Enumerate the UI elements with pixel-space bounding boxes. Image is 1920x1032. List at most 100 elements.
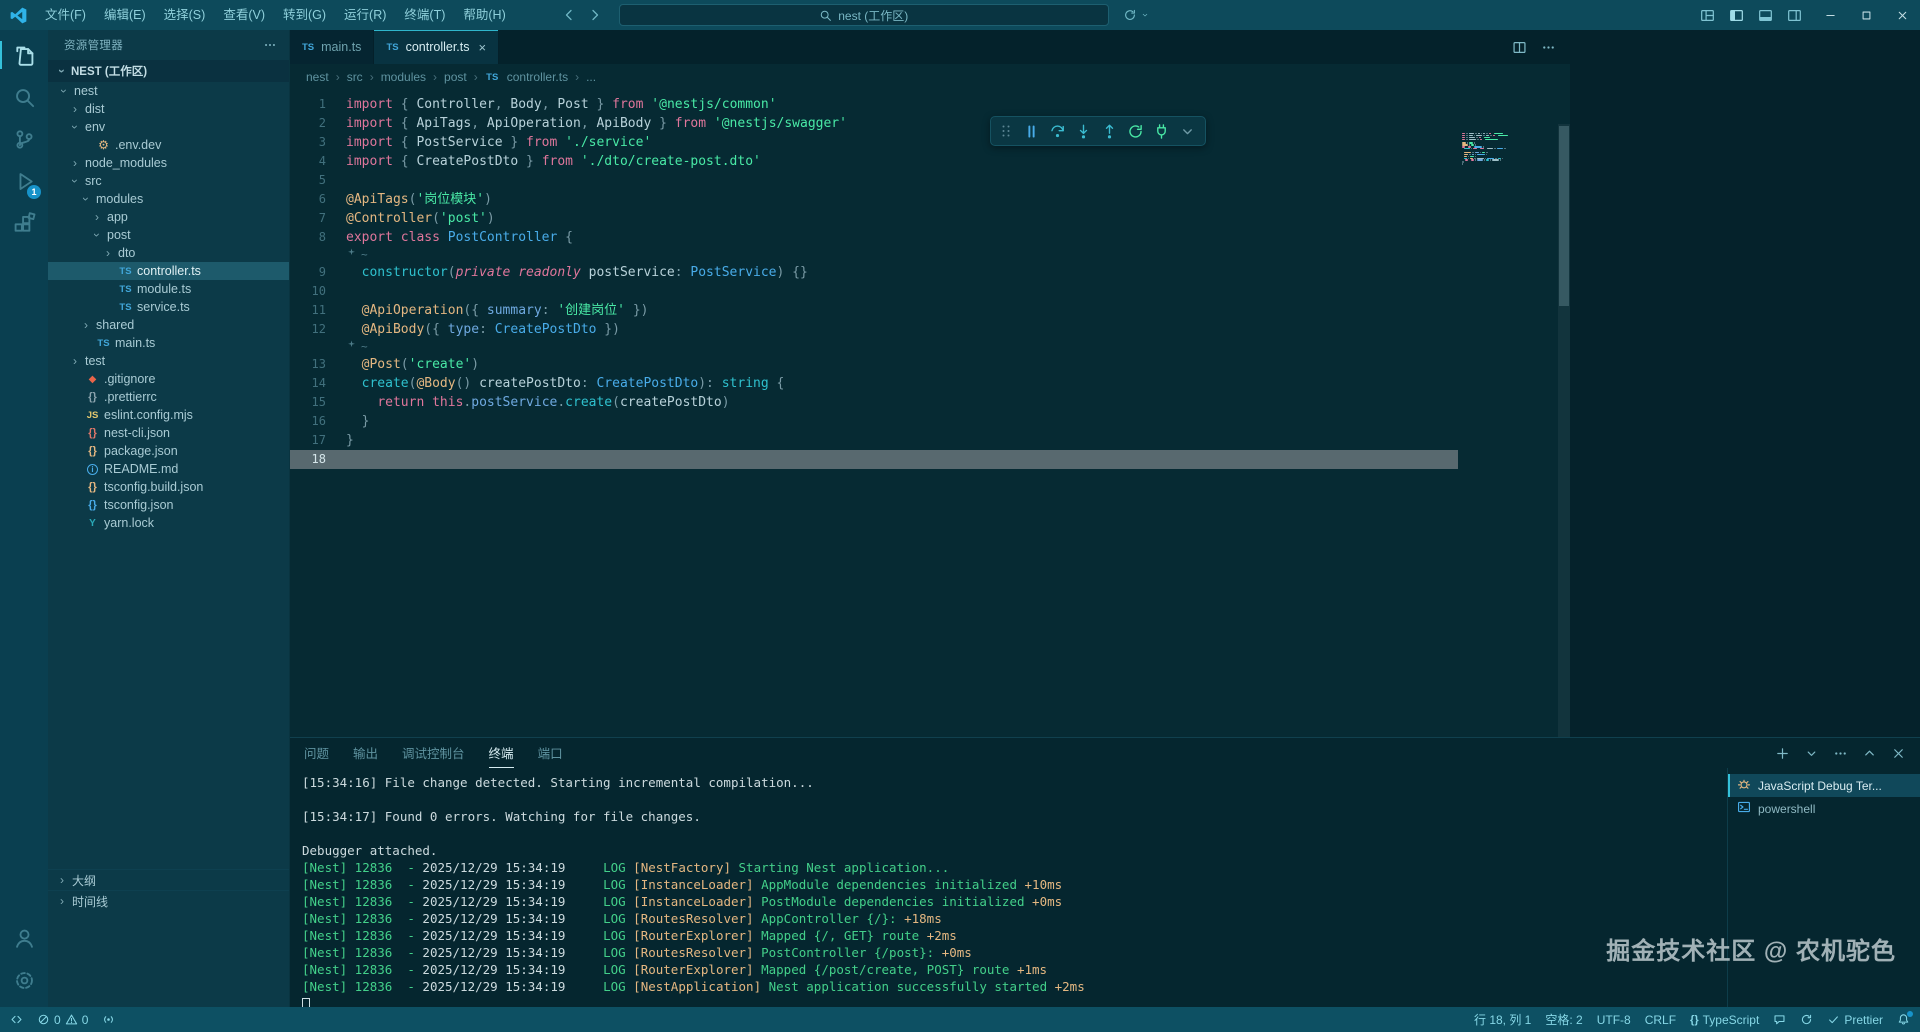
tree-item-service.ts[interactable]: ›TSservice.ts bbox=[48, 298, 289, 316]
editor-scrollbar[interactable] bbox=[1558, 124, 1570, 737]
pane-时间线[interactable]: ›时间线 bbox=[48, 890, 289, 911]
tree-item-.prettierrc[interactable]: ›{}.prettierrc bbox=[48, 388, 289, 406]
activity-extensions[interactable] bbox=[0, 202, 48, 244]
activity-settings[interactable] bbox=[0, 959, 48, 1001]
breadcrumb-item-post[interactable]: post bbox=[444, 70, 467, 84]
toggle-panel-icon[interactable] bbox=[1758, 8, 1773, 23]
explorer-more-actions[interactable] bbox=[263, 38, 277, 52]
maximize-panel-button[interactable] bbox=[1862, 746, 1877, 761]
minimap[interactable] bbox=[1462, 133, 1520, 167]
cursor-position[interactable]: 行 18, 列 1 bbox=[1474, 1011, 1531, 1028]
menu-item-编辑(E)[interactable]: 编辑(E) bbox=[95, 0, 155, 30]
debug-toolbar-drag-handle[interactable] bbox=[998, 123, 1014, 139]
maximize-button[interactable] bbox=[1848, 0, 1884, 30]
tree-item-src[interactable]: ›src bbox=[48, 172, 289, 190]
panel-tab-终端[interactable]: 终端 bbox=[489, 738, 514, 768]
tree-item-modules[interactable]: ›modules bbox=[48, 190, 289, 208]
menu-item-转到(G)[interactable]: 转到(G) bbox=[274, 0, 335, 30]
close-panel-button[interactable] bbox=[1891, 746, 1906, 761]
restart-button[interactable] bbox=[1124, 120, 1146, 142]
tab-main.ts[interactable]: TSmain.ts bbox=[290, 30, 374, 64]
menu-item-帮助(H)[interactable]: 帮助(H) bbox=[454, 0, 514, 30]
terminal-instance-powershell[interactable]: powershell bbox=[1728, 797, 1920, 820]
encoding-indicator[interactable]: UTF-8 bbox=[1597, 1013, 1631, 1027]
notifications-bell-icon[interactable] bbox=[1897, 1013, 1910, 1026]
nav-forward-icon[interactable] bbox=[587, 7, 603, 23]
step-into-button[interactable] bbox=[1072, 120, 1094, 142]
sync-status-icon[interactable] bbox=[1800, 1013, 1813, 1026]
tree-item-test[interactable]: ›test bbox=[48, 352, 289, 370]
terminal-dropdown[interactable] bbox=[1804, 746, 1819, 761]
tree-item-nest-cli.json[interactable]: ›{}nest-cli.json bbox=[48, 424, 289, 442]
tree-item-README.md[interactable]: ›iREADME.md bbox=[48, 460, 289, 478]
tree-item-post[interactable]: ›post bbox=[48, 226, 289, 244]
tree-item-dto[interactable]: ›dto bbox=[48, 244, 289, 262]
tree-item-env[interactable]: ›env bbox=[48, 118, 289, 136]
tree-item-tsconfig.json[interactable]: ›{}tsconfig.json bbox=[48, 496, 289, 514]
panel-more-actions[interactable] bbox=[1833, 746, 1848, 761]
breadcrumb-file[interactable]: controller.ts bbox=[507, 70, 568, 84]
activity-account[interactable] bbox=[0, 917, 48, 959]
breadcrumb-item-modules[interactable]: modules bbox=[381, 70, 426, 84]
menu-item-选择(S)[interactable]: 选择(S) bbox=[155, 0, 215, 30]
tree-item-shared[interactable]: ›shared bbox=[48, 316, 289, 334]
tree-item-main.ts[interactable]: ›TSmain.ts bbox=[48, 334, 289, 352]
breadcrumb-item-src[interactable]: src bbox=[347, 70, 363, 84]
activity-run-debug[interactable]: 1 bbox=[0, 160, 48, 202]
tree-item-nest[interactable]: ›nest bbox=[48, 82, 289, 100]
toggle-secondary-sidebar-icon[interactable] bbox=[1787, 8, 1802, 23]
indentation-indicator[interactable]: 空格: 2 bbox=[1545, 1011, 1582, 1028]
activity-source-control[interactable] bbox=[0, 118, 48, 160]
panel-tab-问题[interactable]: 问题 bbox=[304, 738, 329, 768]
pause-button[interactable] bbox=[1020, 120, 1042, 142]
tree-item-node_modules[interactable]: ›node_modules bbox=[48, 154, 289, 172]
activity-search[interactable] bbox=[0, 76, 48, 118]
panel-tab-调试控制台[interactable]: 调试控制台 bbox=[402, 738, 465, 768]
sync-button[interactable] bbox=[1123, 8, 1152, 22]
tree-item-eslint.config.mjs[interactable]: ›JSeslint.config.mjs bbox=[48, 406, 289, 424]
menu-item-终端(T)[interactable]: 终端(T) bbox=[395, 0, 454, 30]
tree-item-dist[interactable]: ›dist bbox=[48, 100, 289, 118]
tree-item-.gitignore[interactable]: ›◆.gitignore bbox=[48, 370, 289, 388]
tree-item-package.json[interactable]: ›{}package.json bbox=[48, 442, 289, 460]
feedback-icon[interactable] bbox=[1773, 1013, 1786, 1026]
split-editor-button[interactable] bbox=[1512, 40, 1527, 55]
menu-item-文件(F)[interactable]: 文件(F) bbox=[36, 0, 95, 30]
sparkle-icon[interactable] bbox=[346, 247, 357, 263]
close-window-button[interactable] bbox=[1884, 0, 1920, 30]
command-center[interactable]: nest (工作区) bbox=[619, 4, 1109, 26]
nav-back-icon[interactable] bbox=[561, 7, 577, 23]
terminal-output[interactable]: [15:34:16] File change detected. Startin… bbox=[290, 768, 1727, 1007]
tree-item-tsconfig.build.json[interactable]: ›{}tsconfig.build.json bbox=[48, 478, 289, 496]
tree-item-.env.dev[interactable]: ›⚙.env.dev bbox=[48, 136, 289, 154]
new-terminal-button[interactable] bbox=[1775, 746, 1790, 761]
menu-item-运行(R)[interactable]: 运行(R) bbox=[335, 0, 395, 30]
debug-session-indicator[interactable] bbox=[102, 1013, 115, 1026]
debug-toolbar-dropdown[interactable] bbox=[1176, 120, 1198, 142]
remote-indicator[interactable] bbox=[10, 1013, 23, 1026]
scrollbar-thumb[interactable] bbox=[1559, 126, 1569, 306]
breadcrumb[interactable]: nest›src›modules›post›TScontroller.ts›..… bbox=[290, 64, 1570, 90]
step-out-button[interactable] bbox=[1098, 120, 1120, 142]
close-tab-icon[interactable]: × bbox=[479, 41, 487, 54]
breadcrumb-item-nest[interactable]: nest bbox=[306, 70, 329, 84]
disconnect-button[interactable] bbox=[1150, 120, 1172, 142]
sparkle-icon[interactable] bbox=[346, 339, 357, 355]
prettier-indicator[interactable]: Prettier bbox=[1827, 1013, 1883, 1027]
editor-more-actions[interactable] bbox=[1541, 40, 1556, 55]
menu-item-查看(V)[interactable]: 查看(V) bbox=[214, 0, 274, 30]
panel-tab-输出[interactable]: 输出 bbox=[353, 738, 378, 768]
tree-item-app[interactable]: ›app bbox=[48, 208, 289, 226]
tree-item-controller.ts[interactable]: ›TScontroller.ts bbox=[48, 262, 289, 280]
minimize-button[interactable] bbox=[1812, 0, 1848, 30]
tab-controller.ts[interactable]: TScontroller.ts× bbox=[374, 30, 499, 64]
tree-item-module.ts[interactable]: ›TSmodule.ts bbox=[48, 280, 289, 298]
code-editor[interactable]: 1import { Controller, Body, Post } from … bbox=[290, 90, 1570, 737]
eol-indicator[interactable]: CRLF bbox=[1645, 1013, 1676, 1027]
customize-layout-icon[interactable] bbox=[1700, 8, 1715, 23]
activity-explorer[interactable] bbox=[0, 34, 48, 76]
language-indicator[interactable]: {} TypeScript bbox=[1690, 1013, 1759, 1027]
panel-tab-端口[interactable]: 端口 bbox=[538, 738, 563, 768]
terminal-instance-JavaScript Debug Ter...[interactable]: JavaScript Debug Ter... bbox=[1728, 774, 1920, 797]
tree-item-yarn.lock[interactable]: ›Yyarn.lock bbox=[48, 514, 289, 532]
